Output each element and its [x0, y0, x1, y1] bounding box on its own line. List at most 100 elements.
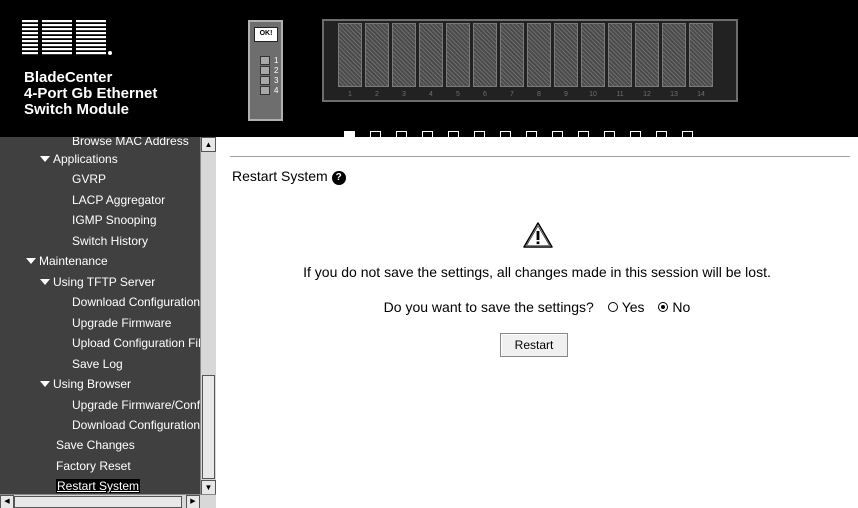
scroll-up-arrow-icon[interactable]: ▲	[201, 137, 216, 152]
sidebar-item-label: Maintenance	[39, 254, 108, 268]
scrollbar-thumb[interactable]	[202, 375, 215, 479]
warning-message: If you do not save the settings, all cha…	[303, 264, 771, 280]
product-title: BladeCenter 4-Port Gb Ethernet Switch Mo…	[24, 70, 157, 118]
module-port	[260, 76, 270, 85]
warning-icon	[523, 222, 553, 248]
sidebar-item-label: Download Configuration	[72, 295, 200, 309]
product-title-line: BladeCenter	[24, 69, 113, 86]
sidebar-item-label: LACP Aggregator	[72, 193, 166, 207]
sidebar-horizontal-scrollbar[interactable]: ◀ ▶	[0, 494, 216, 508]
blade-slot[interactable]: 13	[662, 23, 686, 98]
slot-number: 3	[402, 91, 406, 98]
slot-number: 6	[483, 91, 487, 98]
question-icon[interactable]: ?	[331, 171, 346, 185]
blade-slot[interactable]: 9	[554, 23, 578, 98]
slot-number: 5	[456, 91, 460, 98]
module-port-number: 3	[274, 76, 279, 85]
scroll-down-arrow-icon[interactable]: ▼	[201, 480, 216, 495]
blade-slot[interactable]: 7	[500, 23, 524, 98]
radio-no-label: No	[672, 299, 691, 315]
ibm-logo	[22, 20, 112, 56]
sidebar-item-lacp-aggregator[interactable]: LACP Aggregator	[72, 190, 165, 210]
sidebar-vertical-scrollbar[interactable]: ▲ ▼	[200, 137, 216, 495]
sidebar-item-label: Browse MAC Address	[72, 137, 189, 148]
sidebar-item-gvrp[interactable]: GVRP	[72, 169, 106, 189]
expand-triangle-icon[interactable]	[40, 156, 50, 162]
blade-slot[interactable]: 10	[581, 23, 605, 98]
sidebar-item-label: Download Configuration	[72, 418, 200, 432]
sidebar-item-restart-system[interactable]: Restart System	[56, 476, 141, 496]
blade-slot[interactable]: 4	[419, 23, 443, 98]
sidebar-item-applications[interactable]: Applications	[40, 149, 118, 169]
sidebar-item-label: Factory Reset	[56, 459, 131, 473]
expand-triangle-icon[interactable]	[40, 381, 50, 387]
slot-number: 10	[589, 91, 597, 98]
blade-slot[interactable]: 5	[446, 23, 470, 98]
page-title-text: Restart System	[232, 168, 328, 184]
blade-slot[interactable]: 11	[608, 23, 632, 98]
product-title-line: 4-Port Gb Ethernet	[24, 85, 158, 102]
sidebar-item-using-browser[interactable]: Using Browser	[40, 374, 131, 394]
blade-slot[interactable]: 1	[338, 23, 362, 98]
sidebar-item-label: Switch History	[72, 234, 149, 248]
radio-yes[interactable]	[607, 302, 618, 312]
slot-number: 2	[375, 91, 379, 98]
sidebar-item-factory-reset[interactable]: Factory Reset	[56, 456, 131, 476]
sidebar-item-upload-configuration-file[interactable]: Upload Configuration Fil	[72, 333, 200, 353]
ok-badge: OK!	[254, 27, 278, 42]
sidebar-item-label: GVRP	[72, 172, 107, 186]
sidebar-item-igmp-snooping[interactable]: IGMP Snooping	[72, 210, 157, 230]
main-content: Restart System? If you do not save the s…	[216, 137, 858, 508]
sidebar-item-save-log[interactable]: Save Log	[72, 354, 123, 374]
scroll-left-arrow-icon[interactable]: ◀	[0, 495, 14, 508]
blade-slot[interactable]: 12	[635, 23, 659, 98]
sidebar-item-label: Using TFTP Server	[53, 275, 156, 289]
sidebar-item-upgrade-firmware-config[interactable]: Upgrade Firmware/Conf	[72, 395, 200, 415]
blade-slot[interactable]: 14	[689, 23, 713, 98]
radio-yes-label: Yes	[621, 299, 645, 315]
module-port	[260, 66, 270, 75]
sidebar-item-label: Upgrade Firmware/Conf	[72, 398, 200, 412]
blade-slot[interactable]: 8	[527, 23, 551, 98]
slot-number: 1	[348, 91, 352, 98]
slot-number: 9	[564, 91, 568, 98]
expand-triangle-icon[interactable]	[26, 258, 36, 264]
sidebar-item-label: Applications	[53, 152, 118, 166]
product-title-line: Switch Module	[24, 101, 129, 118]
sidebar-item-switch-history[interactable]: Switch History	[72, 231, 148, 251]
sidebar-item-using-tftp-server[interactable]: Using TFTP Server	[40, 272, 155, 292]
sidebar-item-label: Upgrade Firmware	[72, 316, 172, 330]
page-title: Restart System?	[232, 168, 346, 185]
sidebar-item-label: Using Browser	[53, 377, 132, 391]
slot-number: 13	[670, 91, 678, 98]
blade-slot[interactable]: 2	[365, 23, 389, 98]
sidebar-item-maintenance[interactable]: Maintenance	[26, 251, 108, 271]
module-port-number: 1	[274, 56, 279, 65]
switch-module-graphic[interactable]: OK! 1 2 3 4	[248, 20, 283, 121]
sidebar-item-save-changes[interactable]: Save Changes	[56, 435, 135, 455]
slot-number: 4	[429, 91, 433, 98]
restart-button[interactable]: Restart	[500, 333, 568, 357]
sidebar-item-download-configuration-browser[interactable]: Download Configuration	[72, 415, 200, 435]
scroll-right-arrow-icon[interactable]: ▶	[186, 495, 200, 508]
save-settings-row: Do you want to save the settings? Yes No	[216, 299, 858, 315]
blade-slot[interactable]: 6	[473, 23, 497, 98]
scrollbar-thumb[interactable]	[14, 496, 182, 508]
blade-slot[interactable]: 3	[392, 23, 416, 98]
radio-no[interactable]	[658, 302, 669, 312]
sidebar-item-download-configuration[interactable]: Download Configuration	[72, 292, 200, 312]
slot-number: 7	[510, 91, 514, 98]
header-banner: BladeCenter 4-Port Gb Ethernet Switch Mo…	[0, 0, 858, 137]
sidebar-item-label: Upload Configuration Fil	[72, 336, 200, 350]
expand-triangle-icon[interactable]	[40, 279, 50, 285]
module-port	[260, 86, 270, 95]
sidebar-item-label: Save Changes	[56, 438, 135, 452]
sidebar-item-label: Save Log	[72, 357, 123, 371]
sidebar-item-label: IGMP Snooping	[72, 213, 157, 227]
bladecenter-chassis: 1 2 3 4 5 6 7 8 9 10 11 12 13 14	[322, 19, 738, 102]
save-prompt: Do you want to save the settings?	[383, 299, 594, 315]
divider	[230, 156, 850, 157]
sidebar-item-label: Restart System	[56, 479, 141, 493]
slot-number: 8	[537, 91, 541, 98]
sidebar-item-upgrade-firmware[interactable]: Upgrade Firmware	[72, 313, 171, 333]
